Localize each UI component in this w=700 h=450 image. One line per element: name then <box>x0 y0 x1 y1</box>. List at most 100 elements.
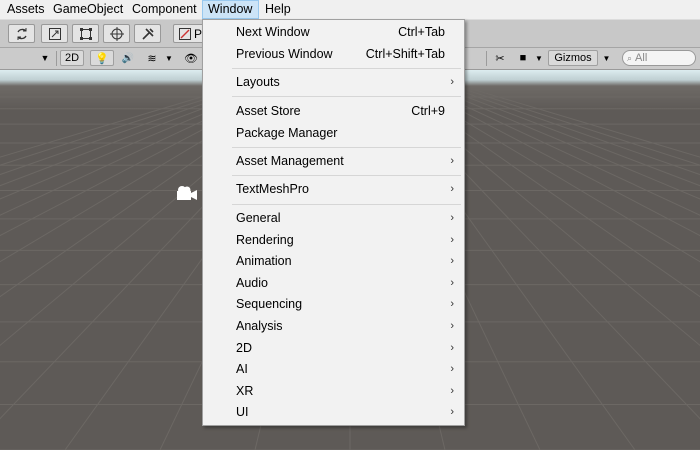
camera-gizmo-icon[interactable] <box>172 184 198 204</box>
menu-item-label: Layouts <box>236 75 280 89</box>
window-menu-dropdown: Next Window Ctrl+Tab Previous Window Ctr… <box>202 19 465 426</box>
chevron-right-icon: › <box>450 212 454 224</box>
chevron-right-icon: › <box>450 320 454 332</box>
menu-item-shortcut: Ctrl+Tab <box>398 25 445 39</box>
tools-toggle[interactable]: ✂ <box>491 50 509 66</box>
menu-item-label: 2D <box>236 341 252 355</box>
camera-dropdown-arrow[interactable]: ▼ <box>533 50 545 66</box>
menu-item-shortcut: Ctrl+9 <box>411 104 445 118</box>
rotate-tool-button[interactable] <box>8 24 35 43</box>
tools-icon <box>141 27 154 40</box>
draw-mode-dropdown-arrow[interactable]: ▼ <box>38 50 52 66</box>
rect-tool-icon <box>79 27 92 40</box>
menu-item-label: Asset Management <box>236 154 344 168</box>
pivot-label: P <box>194 26 203 41</box>
menu-item-label: Next Window <box>236 25 310 39</box>
menu-item-label: XR <box>236 384 254 398</box>
chevron-right-icon: › <box>450 155 454 167</box>
menu-item-analysis[interactable]: Analysis › <box>203 316 464 337</box>
menu-gameobject[interactable]: GameObject <box>48 0 128 19</box>
audio-toggle[interactable]: 🔊 <box>118 50 138 66</box>
menu-separator <box>232 204 461 205</box>
transform-tool-button[interactable] <box>103 24 130 43</box>
chevron-down-icon: ▼ <box>40 53 50 63</box>
menu-item-next-window[interactable]: Next Window Ctrl+Tab <box>203 22 464 43</box>
camera-settings-button[interactable]: ■ <box>514 50 532 66</box>
effects-toggle[interactable]: ≋ <box>142 50 162 66</box>
chevron-right-icon: › <box>450 234 454 246</box>
tools-icon: ✂ <box>495 52 505 65</box>
menu-item-shortcut: Ctrl+Shift+Tab <box>365 47 445 61</box>
rect-tool-button[interactable] <box>72 24 99 43</box>
transform-icon <box>109 26 124 41</box>
menu-bar: Assets GameObject Component Window Help <box>0 0 700 20</box>
scale-icon <box>48 27 61 40</box>
menu-separator <box>232 96 461 97</box>
chevron-right-icon: › <box>450 406 454 418</box>
custom-tool-button[interactable] <box>134 24 161 43</box>
menu-item-2d[interactable]: 2D › <box>203 338 464 359</box>
menu-item-ai[interactable]: AI › <box>203 359 464 380</box>
menu-separator <box>232 68 461 69</box>
menu-separator <box>232 175 461 176</box>
menu-item-label: Animation <box>236 254 292 268</box>
menu-item-rendering[interactable]: Rendering › <box>203 230 464 251</box>
chevron-right-icon: › <box>450 76 454 88</box>
camera-icon: ■ <box>519 52 527 64</box>
menu-separator <box>232 147 461 148</box>
menu-item-audio[interactable]: Audio › <box>203 273 464 294</box>
search-placeholder: All <box>635 52 648 64</box>
menu-item-animation[interactable]: Animation › <box>203 251 464 272</box>
effects-dropdown-arrow[interactable]: ▼ <box>164 50 174 66</box>
chevron-down-icon: ▼ <box>535 53 543 63</box>
chevron-right-icon: › <box>450 342 454 354</box>
menu-item-ui[interactable]: UI › <box>203 402 464 423</box>
menu-item-sequencing[interactable]: Sequencing › <box>203 294 464 315</box>
divider <box>56 51 57 66</box>
menu-item-xr[interactable]: XR › <box>203 381 464 402</box>
menu-item-layouts[interactable]: Layouts › <box>203 72 464 93</box>
menu-item-package-manager[interactable]: Package Manager <box>203 123 464 144</box>
chevron-right-icon: › <box>450 363 454 375</box>
chevron-right-icon: › <box>450 385 454 397</box>
scene-visibility-toggle[interactable]: 👁 <box>182 50 200 66</box>
pivot-icon <box>179 27 191 40</box>
menu-item-textmeshpro[interactable]: TextMeshPro › <box>203 179 464 200</box>
scale-tool-button[interactable] <box>41 24 68 43</box>
menu-item-label: UI <box>236 405 249 419</box>
chevron-down-icon: ▼ <box>602 53 611 63</box>
hidden-eye-icon: 👁 <box>184 52 198 65</box>
rotate-icon <box>16 27 27 40</box>
menu-item-general[interactable]: General › <box>203 208 464 229</box>
menu-item-label: Rendering <box>236 233 294 247</box>
menu-item-previous-window[interactable]: Previous Window Ctrl+Shift+Tab <box>203 44 464 65</box>
layers-icon: ≋ <box>147 52 157 65</box>
menu-item-label: Analysis <box>236 319 283 333</box>
menu-item-label: Sequencing <box>236 297 303 311</box>
menu-window[interactable]: Window <box>202 0 259 19</box>
menu-item-label: General <box>236 211 281 225</box>
gizmos-button[interactable]: Gizmos <box>548 50 598 66</box>
chevron-right-icon: › <box>450 277 454 289</box>
menu-item-label: AI <box>236 362 248 376</box>
chevron-right-icon: › <box>450 183 454 195</box>
speaker-icon: 🔊 <box>121 52 135 64</box>
menu-item-label: TextMeshPro <box>236 182 309 196</box>
menu-item-label: Audio <box>236 276 268 290</box>
menu-item-asset-store[interactable]: Asset Store Ctrl+9 <box>203 101 464 122</box>
gizmos-dropdown-arrow[interactable]: ▼ <box>600 50 613 66</box>
chevron-right-icon: › <box>450 298 454 310</box>
lighting-toggle[interactable]: 💡 <box>90 50 114 66</box>
divider <box>486 51 487 66</box>
lightbulb-icon: 💡 <box>95 52 109 65</box>
chevron-down-icon: ▼ <box>165 53 173 63</box>
menu-help[interactable]: Help <box>260 0 296 19</box>
menu-item-asset-management[interactable]: Asset Management › <box>203 151 464 172</box>
menu-item-label: Package Manager <box>236 126 338 140</box>
2d-mode-toggle[interactable]: 2D <box>60 50 84 66</box>
menu-item-label: Previous Window <box>236 47 333 61</box>
menu-component[interactable]: Component <box>127 0 202 19</box>
menu-assets[interactable]: Assets <box>2 0 50 19</box>
scene-search-input[interactable]: ⌕ All <box>622 50 696 66</box>
search-icon: ⌕ <box>627 52 633 63</box>
